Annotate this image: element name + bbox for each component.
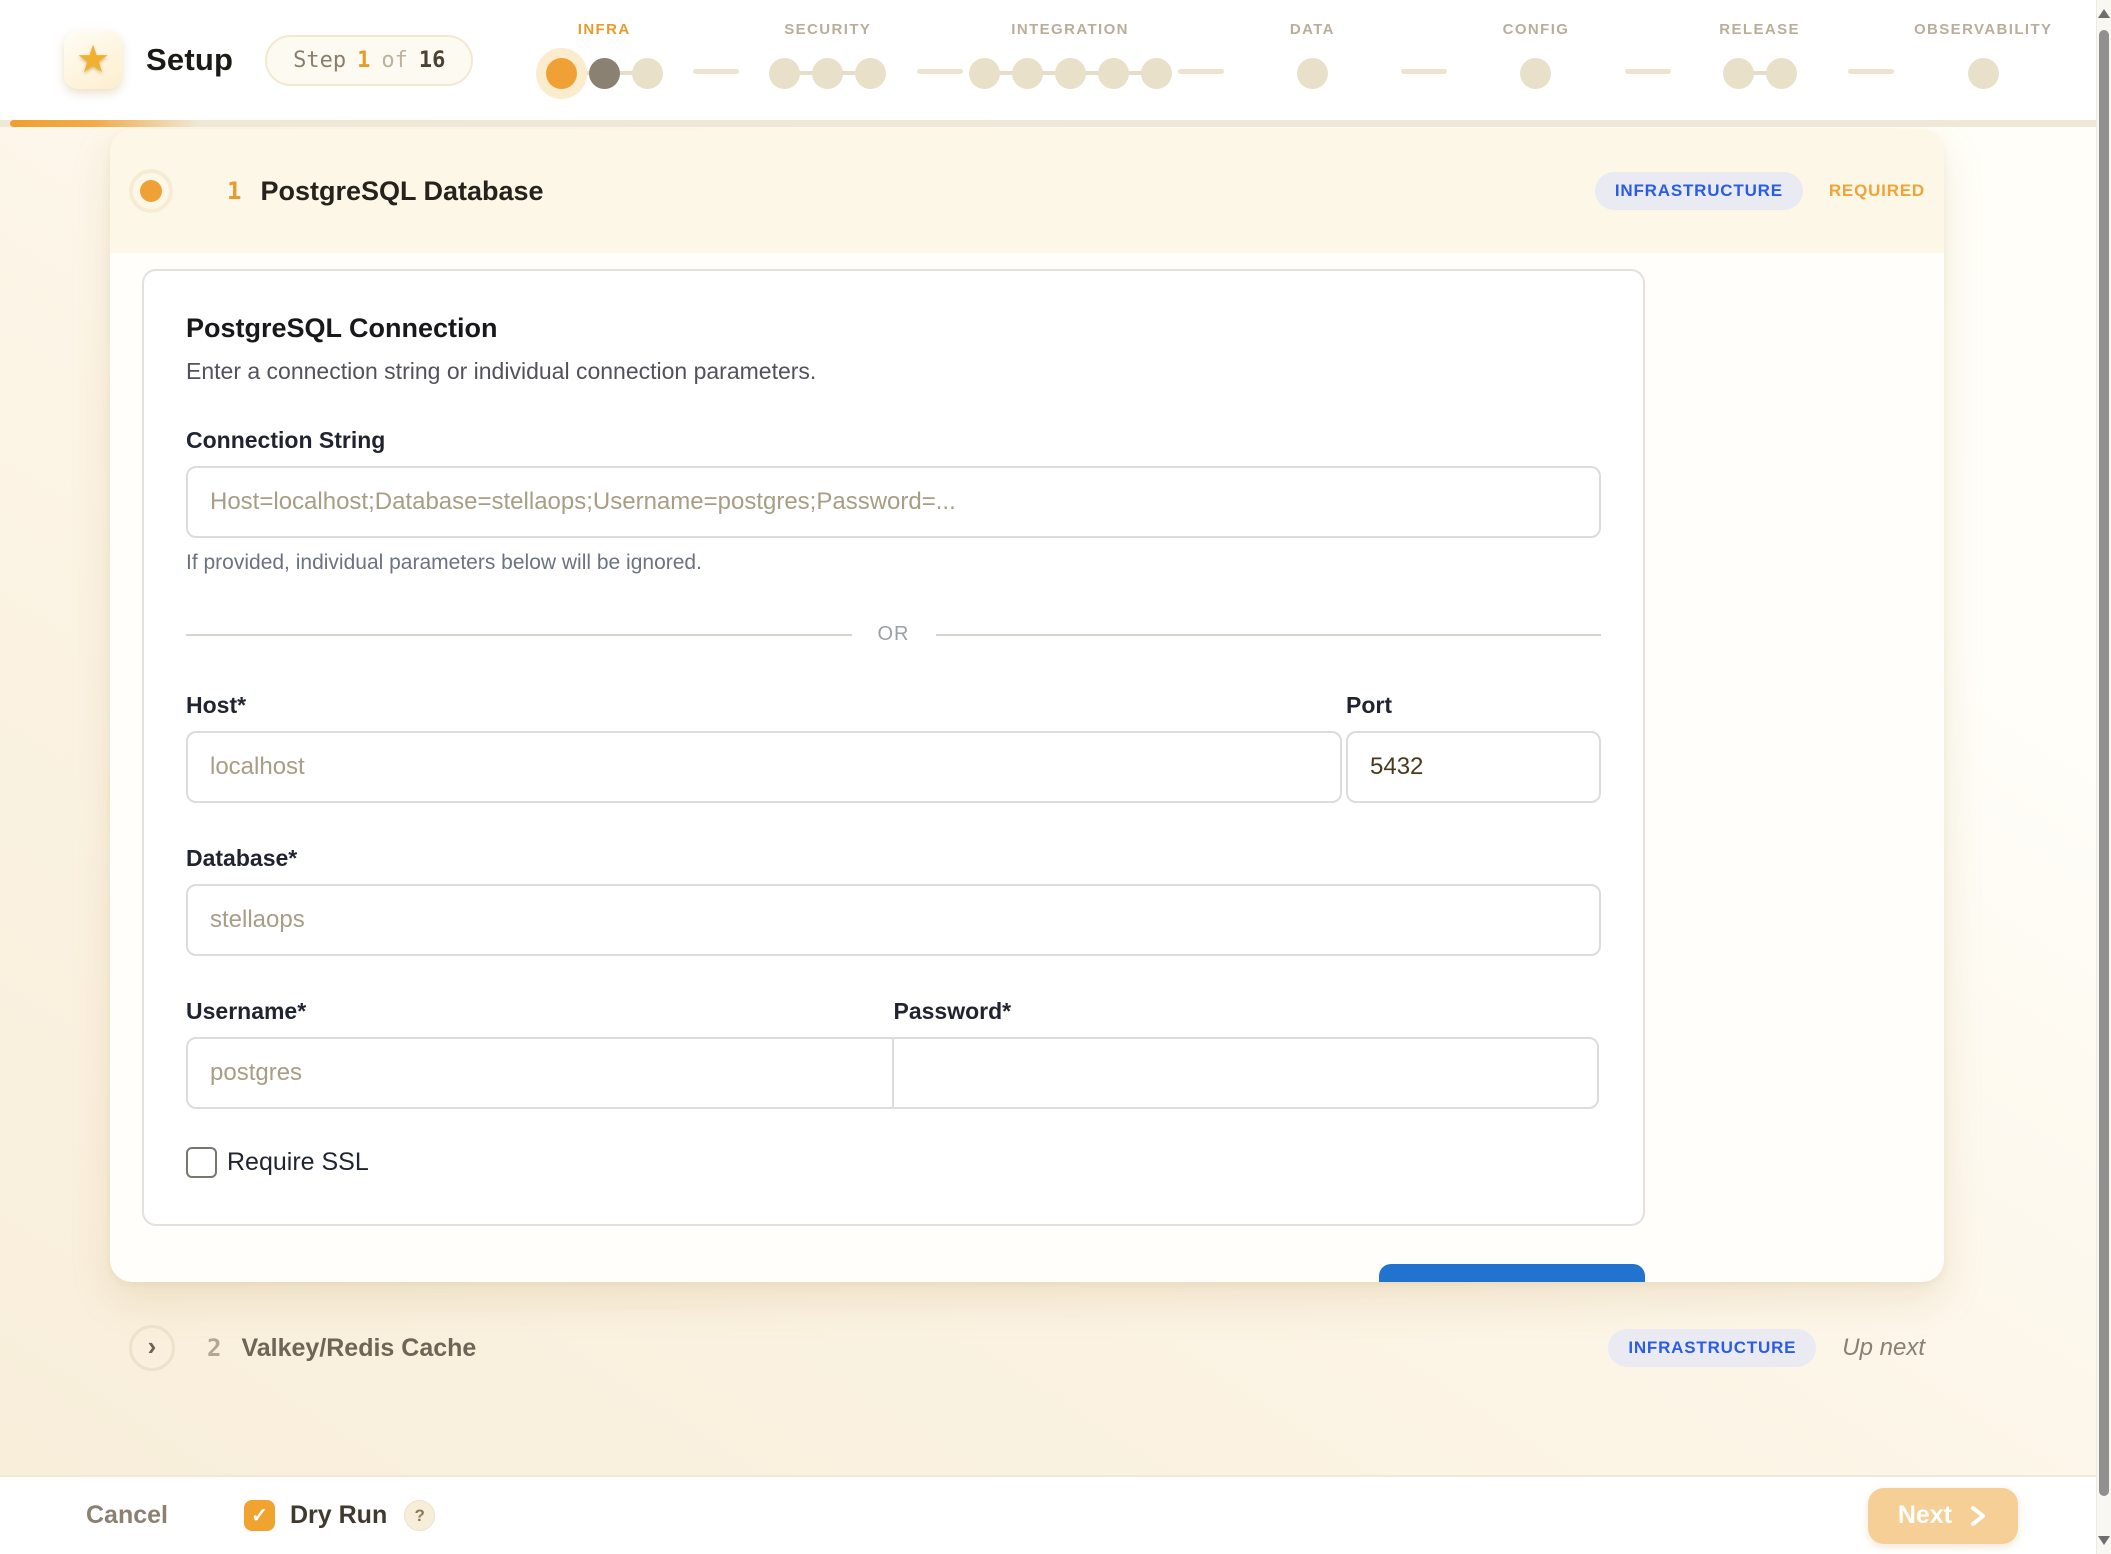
step-dot-todo[interactable] [855,58,886,89]
username-label: Username* [186,998,894,1025]
validate-test-button[interactable]: Validate & Test [1379,1264,1645,1282]
vertical-scrollbar[interactable] [2096,0,2111,1554]
stage-integration: INTEGRATION [969,21,1172,99]
step-dot-done[interactable] [589,58,620,89]
step-dot-todo[interactable] [812,58,843,89]
connection-form: PostgreSQL Connection Enter a connection… [142,269,1645,1226]
stage-separator [917,69,963,74]
database-label: Database* [186,845,1601,872]
footer-bar: Cancel ✓ Dry Run ? Next [0,1475,2096,1554]
progress-fill [10,120,199,127]
require-ssl-checkbox[interactable] [186,1147,217,1178]
scroll-down-arrow-icon[interactable] [2098,1536,2110,1545]
or-divider: OR [186,623,1601,646]
dry-run-checkbox[interactable]: ✓ [244,1500,275,1531]
stage-separator [1178,69,1224,74]
stage-separator [1401,69,1447,74]
star-icon: ★ [76,41,110,79]
step-dot-todo[interactable] [1766,58,1797,89]
host-input[interactable] [186,731,1342,803]
connection-string-input[interactable] [186,466,1601,538]
section-card-postgresql: 1 PostgreSQL Database INFRASTRUCTURE REQ… [110,129,1944,1282]
stage-config: CONFIG [1453,21,1619,99]
step-dot-todo[interactable] [1098,58,1129,89]
password-input[interactable] [892,1037,1600,1109]
step-dot-todo[interactable] [1012,58,1043,89]
wizard-stepper: INFRA SECURITY INTEGRATION DATA CONFIG RELEAS… [521,21,2066,99]
stage-infra: INFRA [521,21,687,99]
main-content: 1 PostgreSQL Database INFRASTRUCTURE REQ… [0,127,2096,1475]
section-title: Valkey/Redis Cache [241,1334,476,1363]
stage-label: DATA [1290,21,1335,38]
section-number: 1 [227,177,241,205]
step-prefix: Step [293,48,346,73]
form-heading: PostgreSQL Connection [186,313,1601,344]
category-badge: INFRASTRUCTURE [1595,172,1803,210]
active-dot-icon [140,180,162,202]
password-label: Password* [894,998,1602,1025]
form-description: Enter a connection string or individual … [186,358,1601,385]
stage-label: SECURITY [784,21,871,38]
next-button[interactable]: Next [1868,1488,2018,1544]
connection-string-label: Connection String [186,427,1601,454]
stage-data: DATA [1230,21,1396,99]
stage-separator [693,69,739,74]
cancel-button[interactable]: Cancel [86,1501,168,1530]
step-current: 1 [357,48,370,73]
step-dot-todo[interactable] [1055,58,1086,89]
connection-string-helper: If provided, individual parameters below… [186,551,1601,575]
host-label: Host* [186,692,1342,719]
stage-separator [1848,69,1894,74]
category-badge: INFRASTRUCTURE [1608,1329,1816,1367]
scrollbar-thumb[interactable] [2099,30,2109,1496]
scroll-up-arrow-icon[interactable] [2098,9,2110,18]
section-header[interactable]: 1 PostgreSQL Database INFRASTRUCTURE REQ… [110,129,1944,253]
port-input[interactable] [1346,731,1601,803]
progress-track [0,120,2096,127]
stage-label: OBSERVABILITY [1914,21,2053,38]
port-label: Port [1346,692,1601,719]
status-ring-icon [129,169,173,213]
username-input[interactable] [186,1037,894,1109]
chevron-right-icon [1968,1504,1988,1528]
expand-chevron-icon[interactable]: › [129,1325,175,1371]
help-icon[interactable]: ? [404,1500,435,1531]
required-badge: REQUIRED [1829,181,1925,201]
section-number: 2 [207,1334,221,1362]
step-dot-todo[interactable] [769,58,800,89]
stage-label: CONFIG [1503,21,1570,38]
stage-label: INFRA [578,21,631,38]
stage-security: SECURITY [745,21,911,99]
require-ssl-label: Require SSL [227,1148,369,1177]
stage-release: RELEASE [1677,21,1843,99]
next-button-label: Next [1898,1501,1952,1530]
stage-observability: OBSERVABILITY [1900,21,2066,99]
step-dot-todo[interactable] [969,58,1000,89]
stage-label: RELEASE [1719,21,1800,38]
up-next-status: Up next [1842,1334,1925,1362]
step-total: 16 [419,48,446,73]
stage-label: INTEGRATION [1011,21,1129,38]
step-dot-todo[interactable] [1141,58,1172,89]
section-row-valkey[interactable]: › 2 Valkey/Redis Cache INFRASTRUCTURE Up… [110,1308,1944,1388]
step-dot-todo[interactable] [1520,58,1551,89]
step-dot-current[interactable] [546,58,577,89]
step-dot-todo[interactable] [632,58,663,89]
step-dot-todo[interactable] [1723,58,1754,89]
section-title: PostgreSQL Database [260,176,543,207]
or-text: OR [878,623,910,646]
app-logo: ★ [64,31,122,89]
step-counter-pill: Step 1 of 16 [265,35,473,86]
app-title: Setup [146,42,233,78]
database-input[interactable] [186,884,1601,956]
step-of: of [381,48,408,73]
stage-separator [1625,69,1671,74]
checkmark-icon: ✓ [251,1506,268,1526]
top-bar: ★ Setup Step 1 of 16 INFRA SECURITY INTEGR… [0,0,2096,127]
step-dot-todo[interactable] [1297,58,1328,89]
dry-run-label: Dry Run [290,1501,387,1530]
step-dot-todo[interactable] [1968,58,1999,89]
